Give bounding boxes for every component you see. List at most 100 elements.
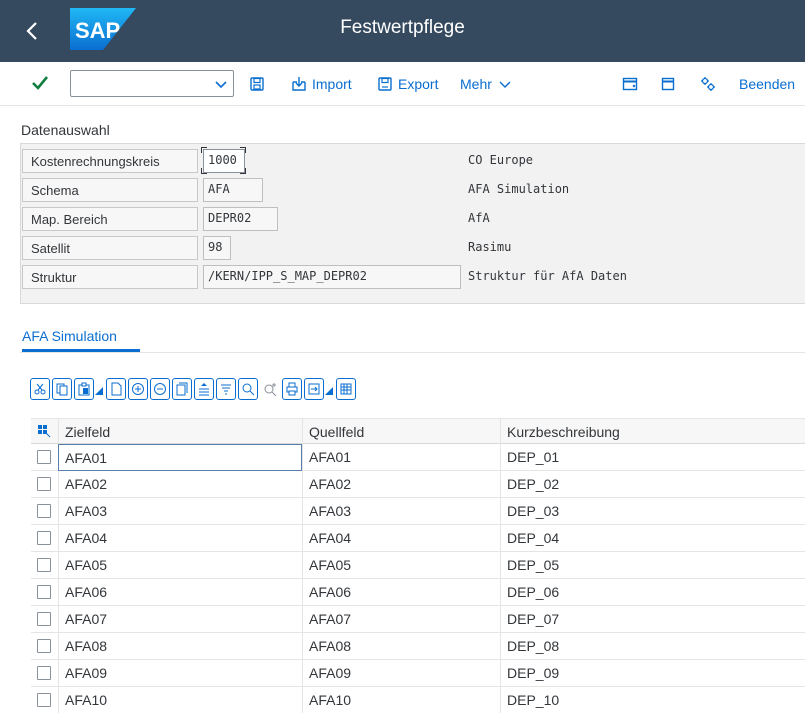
layout-button[interactable] xyxy=(336,378,356,400)
cell-kurzbeschreibung[interactable]: DEP_01 xyxy=(500,444,805,471)
cell-quellfeld[interactable]: AFA09 xyxy=(302,660,500,687)
select-all-cell[interactable] xyxy=(31,419,58,445)
check-icon[interactable] xyxy=(30,73,50,93)
cell-zielfeld[interactable]: AFA08 xyxy=(58,633,302,660)
print-button[interactable] xyxy=(282,378,302,400)
session-button[interactable] xyxy=(660,72,676,96)
settings-button[interactable] xyxy=(700,72,716,96)
command-field[interactable] xyxy=(70,70,234,97)
cell-quellfeld[interactable]: AFA05 xyxy=(302,552,500,579)
insert-row-button[interactable] xyxy=(128,378,148,400)
input-satellite[interactable]: 98 xyxy=(203,236,231,260)
table-row[interactable]: AFA04 AFA04 DEP_04 xyxy=(31,525,805,552)
import-button[interactable]: Import xyxy=(291,72,352,96)
table-row[interactable]: AFA06 AFA06 DEP_06 xyxy=(31,579,805,606)
cell-kurzbeschreibung[interactable]: DEP_07 xyxy=(500,606,805,633)
copy-button[interactable] xyxy=(52,378,72,400)
label-mapping-area: Map. Bereich xyxy=(22,207,198,231)
cell-kurzbeschreibung[interactable]: DEP_09 xyxy=(500,660,805,687)
table-row[interactable]: AFA09 AFA09 DEP_09 xyxy=(31,660,805,687)
input-mapping-area[interactable]: DEPR02 xyxy=(203,207,278,231)
cell-kurzbeschreibung[interactable]: DEP_04 xyxy=(500,525,805,552)
input-structure[interactable]: /KERN/IPP_S_MAP_DEPR02 xyxy=(203,265,461,289)
row-selector[interactable] xyxy=(31,444,58,471)
find-button[interactable] xyxy=(238,378,258,400)
cell-zielfeld[interactable]: AFA04 xyxy=(58,525,302,552)
cell-zielfeld[interactable]: AFA07 xyxy=(58,606,302,633)
row-selector[interactable] xyxy=(31,633,58,660)
row-checkbox[interactable] xyxy=(37,450,51,464)
export-menu[interactable] xyxy=(324,378,334,400)
search-next-icon xyxy=(264,383,277,396)
cell-kurzbeschreibung[interactable]: DEP_08 xyxy=(500,633,805,660)
input-schema[interactable]: AFA xyxy=(203,178,263,202)
table-row[interactable]: AFA02 AFA02 DEP_02 xyxy=(31,471,805,498)
cell-zielfeld[interactable]: AFA05 xyxy=(58,552,302,579)
cell-zielfeld[interactable]: AFA01 xyxy=(58,444,302,471)
new-row-button[interactable] xyxy=(106,378,126,400)
cell-kurzbeschreibung[interactable]: DEP_03 xyxy=(500,498,805,525)
row-selector[interactable] xyxy=(31,525,58,552)
export-list-button[interactable] xyxy=(304,378,324,400)
row-selector[interactable] xyxy=(31,606,58,633)
copy-row-button[interactable] xyxy=(172,378,192,400)
cell-zielfeld[interactable]: AFA06 xyxy=(58,579,302,606)
column-header-kurzbeschreibung[interactable]: Kurzbeschreibung xyxy=(500,419,805,445)
row-checkbox[interactable] xyxy=(37,531,51,545)
cell-quellfeld[interactable]: AFA10 xyxy=(302,687,500,713)
row-checkbox[interactable] xyxy=(37,639,51,653)
sort-button[interactable] xyxy=(194,378,214,400)
save-button[interactable] xyxy=(249,72,265,96)
more-menu[interactable]: Mehr xyxy=(460,72,513,96)
row-selector[interactable] xyxy=(31,471,58,498)
cell-zielfeld[interactable]: AFA02 xyxy=(58,471,302,498)
input-controlling-area[interactable]: 1000 xyxy=(203,149,245,173)
column-header-zielfeld[interactable]: Zielfeld xyxy=(58,419,302,445)
table-row[interactable]: AFA10 AFA10 DEP_10 xyxy=(31,687,805,713)
row-checkbox[interactable] xyxy=(37,558,51,572)
cell-zielfeld[interactable]: AFA10 xyxy=(58,687,302,713)
row-checkbox[interactable] xyxy=(37,504,51,518)
tab-afa-simulation[interactable]: AFA Simulation xyxy=(22,328,117,344)
cell-zielfeld[interactable]: AFA03 xyxy=(58,498,302,525)
cell-kurzbeschreibung[interactable]: DEP_06 xyxy=(500,579,805,606)
cell-quellfeld[interactable]: AFA08 xyxy=(302,633,500,660)
row-checkbox[interactable] xyxy=(37,612,51,626)
desc-controlling-area: CO Europe xyxy=(468,153,534,167)
cell-quellfeld[interactable]: AFA07 xyxy=(302,606,500,633)
delete-row-button[interactable] xyxy=(150,378,170,400)
cell-quellfeld[interactable]: AFA01 xyxy=(302,444,500,471)
cell-kurzbeschreibung[interactable]: DEP_02 xyxy=(500,471,805,498)
export-button[interactable]: Export xyxy=(377,72,438,96)
chevron-down-icon[interactable] xyxy=(213,75,229,93)
exit-button[interactable]: Beenden xyxy=(739,72,795,96)
row-selector[interactable] xyxy=(31,660,58,687)
cell-quellfeld[interactable]: AFA04 xyxy=(302,525,500,552)
table-row[interactable]: AFA07 AFA07 DEP_07 xyxy=(31,606,805,633)
table-row[interactable]: AFA03 AFA03 DEP_03 xyxy=(31,498,805,525)
cell-kurzbeschreibung[interactable]: DEP_10 xyxy=(500,687,805,713)
table-row[interactable]: AFA01 AFA01 DEP_01 xyxy=(31,444,805,471)
row-selector[interactable] xyxy=(31,552,58,579)
row-checkbox[interactable] xyxy=(37,666,51,680)
cell-quellfeld[interactable]: AFA02 xyxy=(302,471,500,498)
paste-button[interactable] xyxy=(74,378,94,400)
cell-quellfeld[interactable]: AFA06 xyxy=(302,579,500,606)
cell-quellfeld[interactable]: AFA03 xyxy=(302,498,500,525)
column-header-quellfeld[interactable]: Quellfeld xyxy=(302,419,500,445)
paste-menu[interactable] xyxy=(94,378,104,400)
filter-button[interactable] xyxy=(216,378,236,400)
row-checkbox[interactable] xyxy=(37,477,51,491)
row-checkbox[interactable] xyxy=(37,585,51,599)
row-selector[interactable] xyxy=(31,498,58,525)
row-selector[interactable] xyxy=(31,579,58,606)
table-row[interactable]: AFA08 AFA08 DEP_08 xyxy=(31,633,805,660)
row-selector[interactable] xyxy=(31,687,58,713)
cell-kurzbeschreibung[interactable]: DEP_05 xyxy=(500,552,805,579)
cut-button[interactable] xyxy=(30,378,50,400)
find-next-button[interactable] xyxy=(260,378,280,400)
row-checkbox[interactable] xyxy=(37,693,51,707)
table-row[interactable]: AFA05 AFA05 DEP_05 xyxy=(31,552,805,579)
cell-zielfeld[interactable]: AFA09 xyxy=(58,660,302,687)
new-window-button[interactable] xyxy=(622,72,638,96)
